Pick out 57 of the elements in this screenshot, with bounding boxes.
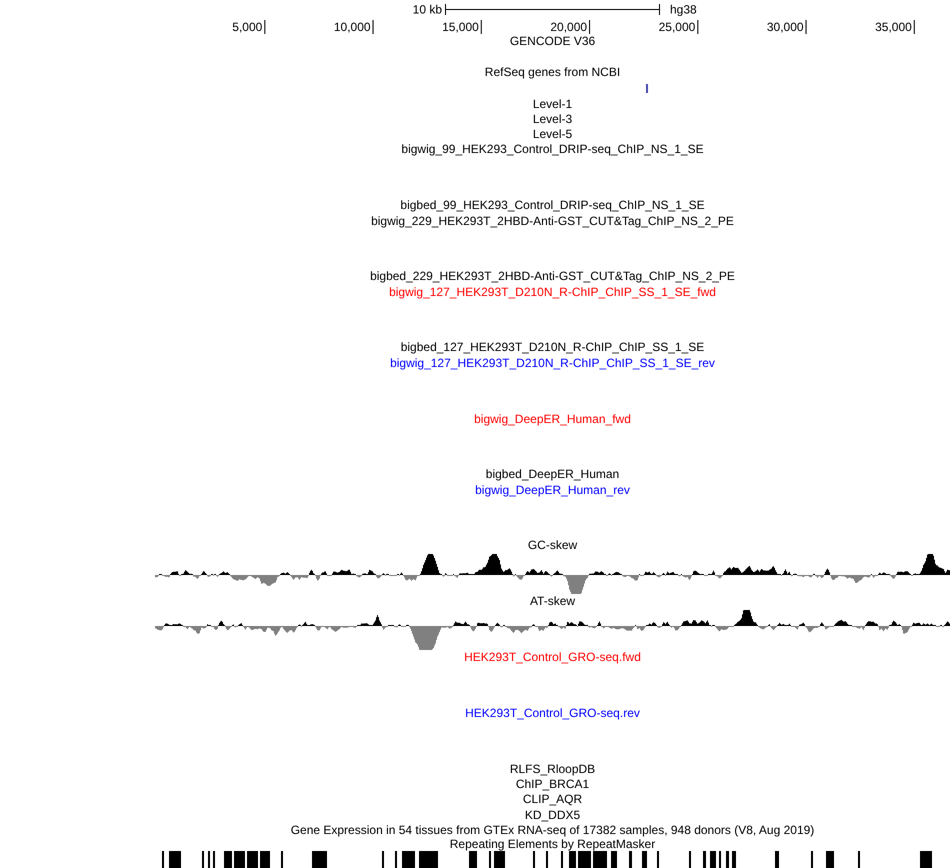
repeat-element-bar <box>732 851 736 868</box>
track-label: Level-1 <box>532 96 572 112</box>
track-label: bigbed_DeepER_Human <box>486 467 620 483</box>
repeat-element-bar <box>569 851 576 868</box>
repeat-element-bar <box>826 851 834 868</box>
repeat-element-bar <box>642 851 647 868</box>
repeat-element-bar <box>469 851 477 868</box>
track-label: KD_DDX5 <box>524 808 580 823</box>
track-label: HEK293T_Control_GRO-seq.fwd <box>464 650 641 666</box>
ruler-tick: 35,000 <box>875 20 915 34</box>
ruler-tick: 5,000 <box>232 20 266 34</box>
track-label: AT-skew <box>530 594 576 610</box>
repeat-element-bar <box>419 851 438 868</box>
repeat-element-bar <box>312 851 327 868</box>
repeat-element-bar <box>247 851 258 868</box>
repeat-element-bar <box>402 851 415 868</box>
repeat-element-bar <box>224 851 232 868</box>
track-label: bigwig_127_HEK293T_D210N_R-ChIP_ChIP_SS_1_SE_rev <box>390 356 715 372</box>
assembly-label: hg38 <box>670 2 697 16</box>
track-label: GENCODE V36 <box>510 34 596 50</box>
repeat-element-bar <box>494 851 505 868</box>
track-label: ChIP_BRCA1 <box>516 776 590 792</box>
ruler-tick: 30,000 <box>766 20 807 34</box>
repeat-element-bar <box>726 851 729 868</box>
repeat-element-bar <box>169 851 181 868</box>
track-label: RLFS_RloopDB <box>510 762 596 777</box>
repeat-element-bar <box>775 851 779 868</box>
track-label: bigbed_229_HEK293T_2HBD-Anti-GST_CUT&Tag_ChIP_NS_2_PE <box>370 269 735 285</box>
track-label: HEK293T_Control_GRO-seq.rev <box>465 706 640 722</box>
repeat-element-bar <box>703 851 706 868</box>
ruler-tick: 15,000 <box>442 20 482 34</box>
track-label: Level-3 <box>532 112 572 128</box>
track-label: bigbed_99_HEK293_Control_DRIP-seq_ChIP_NS_1_SE <box>400 198 705 214</box>
repeat-element-bar <box>710 851 716 868</box>
track-label: bigbed_127_HEK293T_D210N_R-ChIP_ChIP_SS_1_SE <box>400 340 704 356</box>
repeat-element-bar <box>578 851 591 868</box>
track-label: RefSeq genes from NCBI <box>484 65 620 81</box>
ruler-tick: 10,000 <box>334 20 374 34</box>
track-label: Repeating Elements by RepeatMasker <box>450 838 656 852</box>
ruler-tick: 20,000 <box>550 20 590 34</box>
repeat-element-bar <box>611 851 617 868</box>
repeat-element-bar <box>593 851 607 868</box>
track-label: bigwig_127_HEK293T_D210N_R-ChIP_ChIP_SS_1_SE_fwd <box>389 284 716 300</box>
track-label: CLIP_AQR <box>522 792 582 808</box>
repeat-element-bar <box>234 851 245 868</box>
repeat-element-bar <box>629 851 632 868</box>
repeat-element-bar <box>920 851 932 868</box>
track-label: GC-skew <box>528 538 578 554</box>
track-label: Level-5 <box>532 127 572 142</box>
track-label: bigwig_229_HEK293T_2HBD-Anti-GST_CUT&Tag_ChIP_NS_2_PE <box>371 214 734 229</box>
track-label: Gene Expression in 54 tissues from GTEx RNA-seq of 17382 samples, 948 donors (V8, Aug 2019) <box>290 822 814 838</box>
track-label: bigwig_99_HEK293_Control_DRIP-seq_ChIP_NS_1_SE <box>401 142 704 158</box>
ruler-tick: 25,000 <box>658 20 698 34</box>
repeat-element-bar <box>260 851 270 868</box>
scale-bar-label: 10 kb <box>412 2 442 16</box>
track-label: bigwig_DeepER_Human_rev <box>475 482 630 498</box>
track-label: bigwig_DeepER_Human_fwd <box>474 412 631 427</box>
